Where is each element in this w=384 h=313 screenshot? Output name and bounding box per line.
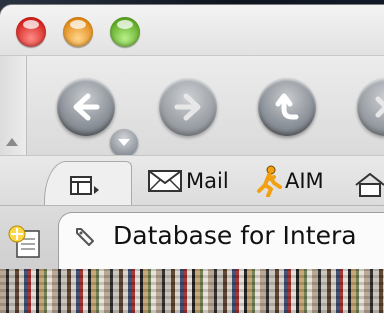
aim-runner-icon [257, 165, 282, 197]
tab-title: Database for Intera [113, 221, 357, 250]
up-button[interactable] [258, 78, 316, 136]
arrow-right-icon [174, 93, 201, 121]
bookmarks-bar: Mail AIM [0, 155, 384, 208]
bookmark-aim-label: AIM [285, 169, 324, 193]
desktop-wallpaper [0, 269, 384, 313]
tab-bar: Database for Intera [0, 205, 384, 269]
bookmarks-window-icon [70, 176, 99, 195]
bookmark-aim[interactable]: AIM [256, 165, 324, 197]
arrow-left-icon [73, 93, 100, 121]
browser-window: Mail AIM Database for Intera [0, 5, 384, 269]
envelope-icon [148, 170, 182, 192]
new-tab-icon [8, 225, 40, 258]
window-close-button[interactable] [16, 17, 46, 47]
navigation-toolbar [0, 55, 384, 265]
window-zoom-button[interactable] [110, 17, 140, 47]
tab-active[interactable]: Database for Intera [58, 212, 384, 269]
new-tab-button[interactable] [4, 221, 46, 263]
forward-button[interactable] [159, 78, 217, 136]
window-minimize-button[interactable] [63, 17, 93, 47]
title-bar [0, 5, 384, 55]
home-icon[interactable] [353, 172, 384, 198]
back-history-dropdown[interactable] [110, 129, 138, 157]
close-icon [375, 96, 384, 118]
bookmark-mail[interactable]: Mail [147, 166, 229, 196]
stop-button[interactable] [357, 78, 384, 136]
bookmark-mail-label: Mail [186, 169, 229, 193]
arrow-up-left-icon [275, 93, 299, 120]
page-tag-icon [76, 228, 94, 246]
bookmarks-menu-tab[interactable] [44, 161, 132, 208]
collapse-toolbar-icon[interactable] [6, 138, 18, 146]
back-button[interactable] [57, 78, 115, 136]
